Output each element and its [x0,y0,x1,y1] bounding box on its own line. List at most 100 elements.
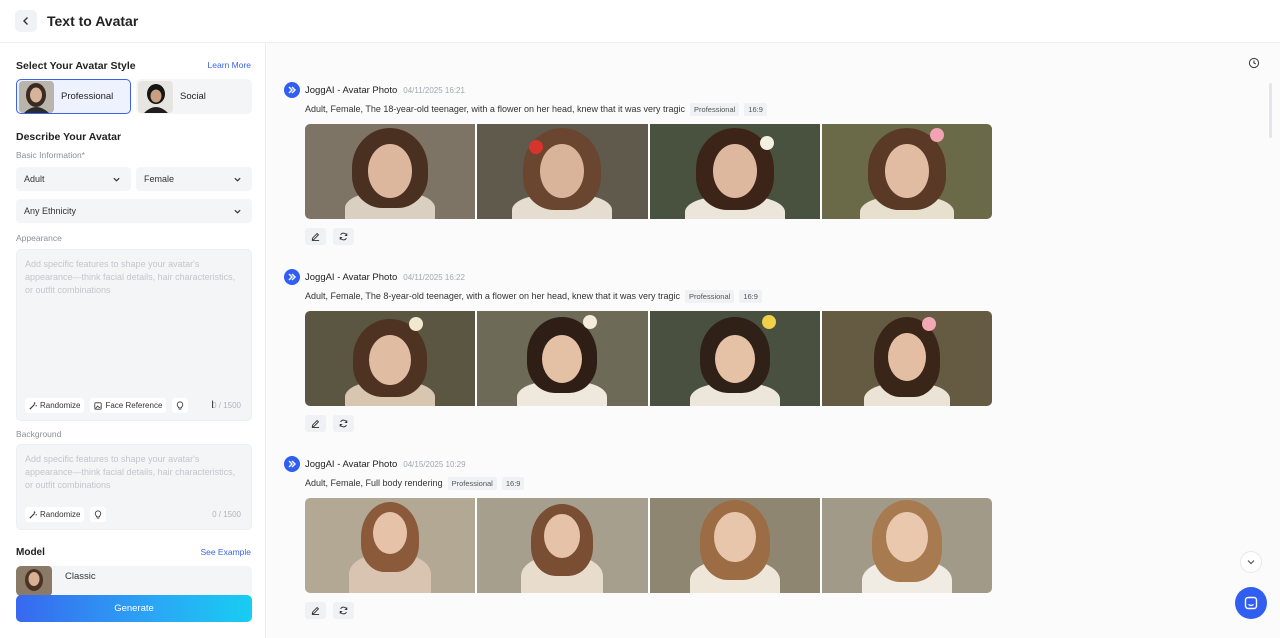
entry-timestamp: 04/15/2025 10:29 [403,459,466,469]
top-bar: Text to Avatar [0,0,1280,43]
model-option-classic[interactable]: Classic [16,566,252,596]
back-button[interactable] [15,10,37,32]
regenerate-button[interactable] [333,602,354,619]
basic-info-label: Basic Information* [16,150,85,160]
refresh-icon [339,232,348,241]
edit-button[interactable] [305,602,326,619]
avatar-photo[interactable] [477,311,648,406]
appearance-input[interactable]: Add specific features to shape your avat… [16,249,252,421]
avatar-style-title: Select Your Avatar Style [16,60,136,72]
randomize-button[interactable]: Randomize [25,507,85,522]
describe-avatar-title: Describe Your Avatar [16,131,122,143]
age-select[interactable]: Adult [16,167,131,191]
lightbulb-icon [95,510,102,519]
chevron-left-icon [23,17,28,25]
support-chat-button[interactable] [1235,587,1267,619]
ratio-tag: 16:9 [501,476,525,490]
ethnicity-value: Any Ethnicity [24,206,77,216]
style-tag: Professional [447,476,497,490]
model-label: Classic [65,571,96,582]
social-thumbnail [138,80,173,113]
page-title: Text to Avatar [47,13,139,29]
joggai-logo-icon [284,456,300,472]
entry-source-name: JoggAI - Avatar Photo [305,84,398,96]
entry-prompt: Adult, Female, Full body rendering [305,478,443,488]
lightbulb-icon [177,401,184,410]
randomize-label: Randomize [40,510,81,519]
text-cursor-icon: I [211,399,215,411]
avatar-settings-panel: Select Your Avatar Style Learn More Prof… [0,43,266,638]
appearance-counter: 0 / 1500 [212,401,241,410]
chat-icon [1244,596,1258,610]
history-icon [1248,57,1260,69]
style-option-professional[interactable]: Professional [16,79,131,114]
idea-button[interactable] [172,398,189,413]
avatar-photo[interactable] [821,124,992,219]
results-feed: JoggAI - Avatar Photo 04/11/2025 16:21 A… [267,43,1280,638]
entry-source-name: JoggAI - Avatar Photo [305,458,398,470]
background-label: Background [16,429,62,439]
background-placeholder: Add specific features to shape your avat… [25,454,236,490]
joggai-logo-icon [284,82,300,98]
scroll-down-button[interactable] [1240,551,1262,573]
regenerate-button[interactable] [333,415,354,432]
appearance-label: Appearance [16,233,62,243]
background-counter: 0 / 1500 [212,510,241,519]
photo-gallery [305,311,992,406]
model-thumbnail [16,566,52,596]
chevron-down-icon [1247,560,1255,565]
ethnicity-select[interactable]: Any Ethnicity [16,199,252,223]
entry-timestamp: 04/11/2025 16:21 [403,85,465,95]
generate-button[interactable]: Generate [16,595,252,622]
magic-wand-icon [29,401,37,410]
entry-timestamp: 04/11/2025 16:22 [403,272,465,282]
regenerate-button[interactable] [333,228,354,245]
avatar-photo[interactable] [477,124,648,219]
ratio-tag: 16:9 [739,289,762,303]
entry-prompt: Adult, Female, The 18-year-old teenager,… [305,104,686,114]
magic-wand-icon [29,510,37,519]
idea-button[interactable] [90,507,107,522]
randomize-label: Randomize [40,401,81,410]
style-tag: Professional [690,102,740,116]
result-entry: JoggAI - Avatar Photo 04/11/2025 16:21 A… [284,82,1004,245]
chevron-down-icon [234,177,241,182]
style-option-label: Social [180,91,206,102]
result-entry: JoggAI - Avatar Photo 04/15/2025 10:29 A… [284,456,1004,619]
age-value: Adult [24,174,45,184]
photo-gallery [305,124,992,219]
edit-button[interactable] [305,228,326,245]
face-reference-button[interactable]: Face Reference [90,398,167,413]
avatar-photo[interactable] [477,498,648,593]
gender-select[interactable]: Female [136,167,252,191]
chevron-down-icon [234,209,241,214]
avatar-photo[interactable] [821,311,992,406]
see-example-link[interactable]: See Example [200,547,251,557]
appearance-placeholder: Add specific features to shape your avat… [25,259,236,295]
professional-thumbnail [19,80,54,113]
pencil-icon [311,606,320,615]
avatar-photo[interactable] [649,498,820,593]
scrollbar[interactable] [1269,83,1272,138]
result-entry: JoggAI - Avatar Photo 04/11/2025 16:22 A… [284,269,1004,432]
photo-gallery [305,498,992,593]
avatar-photo[interactable] [305,124,476,219]
avatar-photo[interactable] [305,498,476,593]
history-button[interactable] [1246,55,1262,71]
learn-more-link[interactable]: Learn More [208,60,251,70]
edit-button[interactable] [305,415,326,432]
style-tag: Professional [685,289,735,303]
randomize-button[interactable]: Randomize [25,398,85,413]
entry-prompt: Adult, Female, The 8-year-old teenager, … [305,291,681,301]
entry-source-name: JoggAI - Avatar Photo [305,271,398,283]
avatar-photo[interactable] [649,124,820,219]
avatar-photo[interactable] [821,498,992,593]
gender-value: Female [144,174,175,184]
avatar-photo[interactable] [305,311,476,406]
ratio-tag: 16:9 [744,102,767,116]
refresh-icon [339,606,348,615]
face-reference-label: Face Reference [105,401,163,410]
avatar-photo[interactable] [649,311,820,406]
style-option-social[interactable]: Social [136,79,252,114]
background-input[interactable]: Add specific features to shape your avat… [16,444,252,530]
